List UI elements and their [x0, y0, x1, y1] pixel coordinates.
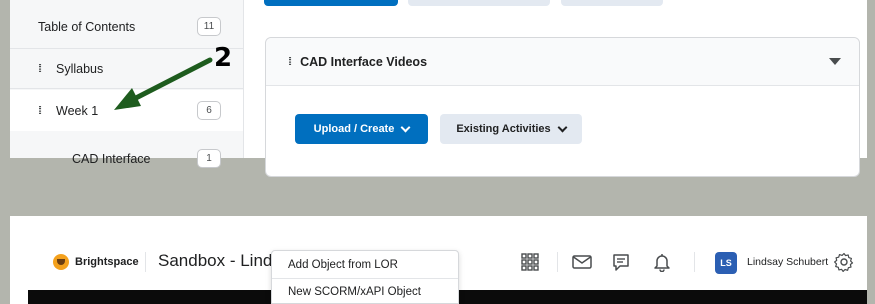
menu-item-new-scorm-object[interactable]: New SCORM/xAPI Object — [272, 278, 458, 304]
sidebar-item-syllabus[interactable]: ⁞⁞ Syllabus — [10, 48, 243, 89]
brand-name: Brightspace — [75, 256, 139, 268]
module-header[interactable]: ⁞⁞ CAD Interface Videos — [266, 38, 859, 86]
navbar-divider — [145, 252, 146, 272]
chat-icon[interactable] — [610, 251, 632, 273]
upload-create-dropdown-menu: Add Object from LOR New SCORM/xAPI Objec… — [271, 250, 459, 304]
brand-logo[interactable]: Brightspace — [53, 254, 139, 270]
upload-create-button[interactable]: Upload / Create — [295, 114, 428, 144]
item-count-badge: 11 — [197, 17, 221, 36]
top-secondary-button[interactable] — [408, 0, 550, 6]
upload-create-label: Upload / Create — [313, 123, 395, 135]
drag-handle-icon[interactable]: ⁞⁞ — [38, 105, 48, 117]
sidebar-item-cad-interface[interactable]: CAD Interface 1 — [10, 138, 243, 178]
brightspace-logo-icon — [53, 254, 69, 270]
user-name[interactable]: Lindsay Schubert — [747, 256, 828, 268]
mail-icon[interactable] — [571, 251, 593, 273]
top-tertiary-button[interactable] — [561, 0, 663, 6]
sidebar-divider — [243, 0, 244, 158]
module-title: CAD Interface Videos — [300, 54, 428, 69]
module-card: ⁞⁞ CAD Interface Videos Upload / Create … — [265, 37, 860, 177]
bell-icon[interactable] — [651, 251, 673, 273]
navbar-divider — [557, 252, 558, 272]
sidebar-item-table-of-contents[interactable]: Table of Contents 11 — [10, 6, 243, 47]
avatar[interactable]: LS — [715, 252, 737, 274]
item-count-badge: 1 — [197, 149, 221, 168]
existing-activities-label: Existing Activities — [456, 123, 551, 135]
step-number-annotation: 2 — [214, 43, 233, 73]
navbar-divider — [694, 252, 695, 272]
item-count-badge: 6 — [197, 101, 221, 120]
chevron-down-icon — [400, 122, 411, 132]
chevron-down-icon — [557, 122, 568, 132]
sidebar-item-week-1[interactable]: ⁞⁞ Week 1 6 — [10, 90, 243, 131]
top-primary-button[interactable] — [264, 0, 398, 6]
existing-activities-button[interactable]: Existing Activities — [440, 114, 582, 144]
course-builder-panel: Table of Contents 11 ⁞⁞ Syllabus ⁞⁞ Week… — [10, 0, 867, 178]
toc-sidebar: Table of Contents 11 ⁞⁞ Syllabus ⁞⁞ Week… — [10, 0, 243, 168]
navbar-panel: Brightspace Sandbox - Lind LS Lindsay Sc… — [10, 216, 867, 304]
gear-icon[interactable] — [833, 251, 855, 273]
course-title[interactable]: Sandbox - Lind — [158, 251, 272, 271]
menu-item-add-object-from-lor[interactable]: Add Object from LOR — [272, 251, 458, 278]
caret-down-icon[interactable] — [829, 58, 841, 65]
app-grid-icon[interactable] — [519, 251, 541, 273]
drag-handle-icon[interactable]: ⁞⁞ — [288, 56, 292, 68]
drag-handle-icon[interactable]: ⁞⁞ — [38, 63, 48, 75]
